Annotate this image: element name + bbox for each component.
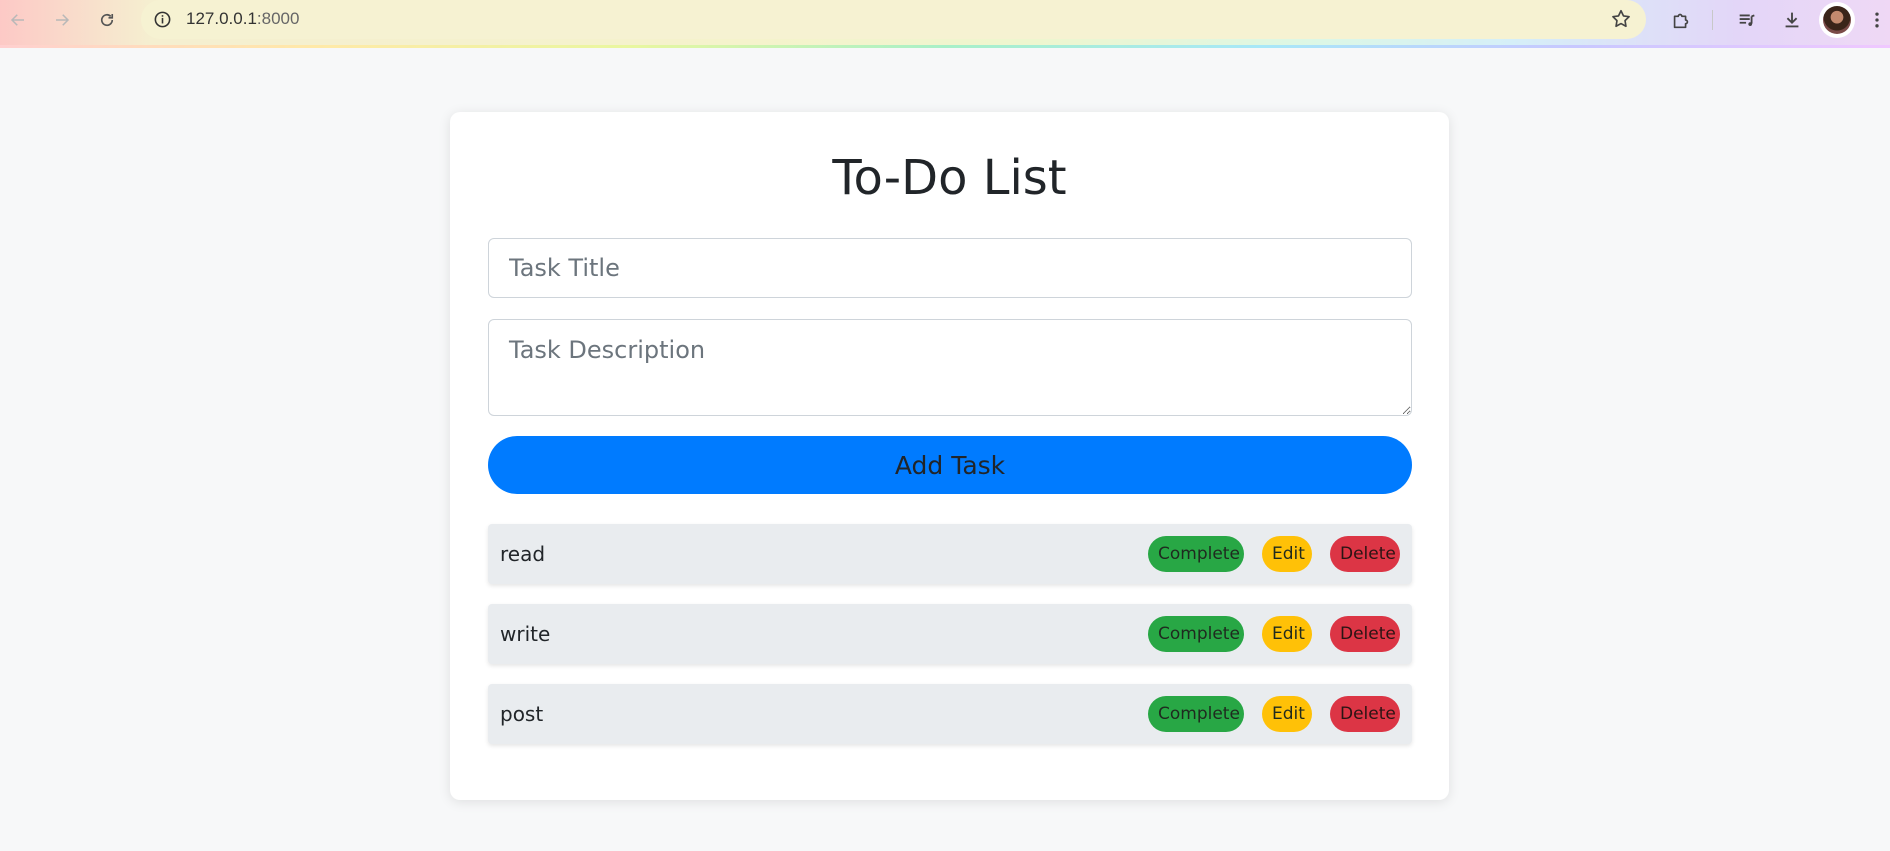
address-bar[interactable]: 127.0.0.1:8000 — [141, 0, 1646, 39]
arrow-left-icon — [10, 14, 24, 26]
url-port: :8000 — [256, 9, 300, 28]
info-icon[interactable] — [153, 10, 172, 29]
task-list: read Complete Edit Delete write Complete… — [488, 524, 1412, 764]
star-icon[interactable] — [1610, 8, 1632, 30]
url-text[interactable]: 127.0.0.1:8000 — [186, 9, 299, 29]
kebab-menu-icon — [1875, 12, 1879, 28]
task-title: post — [500, 702, 544, 726]
profile-avatar[interactable] — [1819, 2, 1855, 38]
edit-button[interactable]: Edit — [1262, 696, 1312, 732]
todo-card: To-Do List Add Task read Complete Edit D… — [450, 112, 1449, 800]
task-title-input[interactable] — [488, 238, 1412, 298]
avatar-image — [1823, 6, 1851, 34]
arrow-right-icon — [56, 14, 70, 26]
toolbar-divider — [1712, 10, 1713, 30]
task-title: write — [500, 622, 551, 646]
media-button[interactable] — [1734, 7, 1760, 33]
downloads-button[interactable] — [1779, 7, 1805, 33]
complete-button[interactable]: Complete — [1148, 536, 1244, 572]
add-task-button[interactable]: Add Task — [488, 436, 1412, 494]
delete-button[interactable]: Delete — [1330, 616, 1400, 652]
task-title: read — [500, 542, 546, 566]
edit-button[interactable]: Edit — [1262, 616, 1312, 652]
delete-button[interactable]: Delete — [1330, 536, 1400, 572]
task-actions: Complete Edit Delete — [1148, 696, 1400, 732]
back-button[interactable] — [3, 6, 33, 34]
browser-toolbar: 127.0.0.1:8000 — [0, 0, 1890, 48]
browser-menu-button[interactable] — [1867, 7, 1887, 33]
edit-button[interactable]: Edit — [1262, 536, 1312, 572]
complete-button[interactable]: Complete — [1148, 616, 1244, 652]
task-item: post Complete Edit Delete — [488, 684, 1412, 744]
task-actions: Complete Edit Delete — [1148, 536, 1400, 572]
extensions-button[interactable] — [1668, 7, 1694, 33]
task-item: write Complete Edit Delete — [488, 604, 1412, 664]
task-description-input[interactable] — [488, 319, 1412, 416]
media-queue-icon — [1739, 14, 1755, 26]
task-actions: Complete Edit Delete — [1148, 616, 1400, 652]
reload-icon — [100, 13, 114, 27]
page-title: To-Do List — [832, 150, 1067, 206]
puzzle-icon — [1673, 13, 1689, 29]
url-host: 127.0.0.1 — [186, 9, 257, 28]
delete-button[interactable]: Delete — [1330, 696, 1400, 732]
reload-button[interactable] — [92, 6, 122, 34]
task-item: read Complete Edit Delete — [488, 524, 1412, 584]
complete-button[interactable]: Complete — [1148, 696, 1244, 732]
download-icon — [1785, 12, 1799, 28]
forward-button[interactable] — [47, 6, 77, 34]
